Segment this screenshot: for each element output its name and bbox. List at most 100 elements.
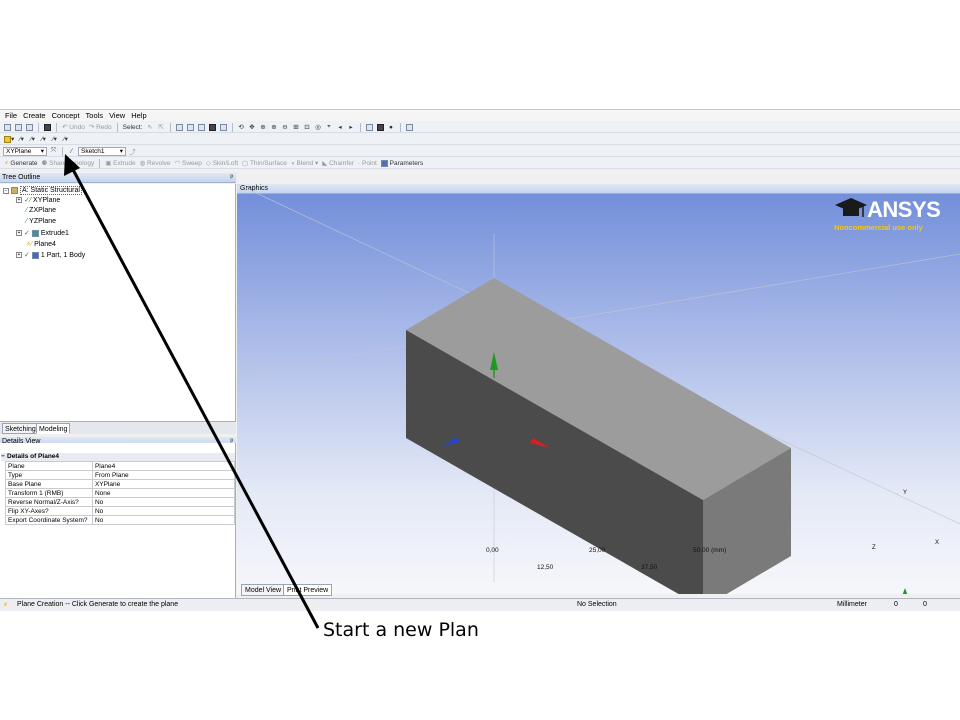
extrude-button[interactable]: ▣ Extrude <box>104 159 136 168</box>
details-row[interactable]: Plane Plane4 <box>5 461 236 471</box>
tree-item-yzplane[interactable]: ⁄ YZPlane <box>26 218 56 225</box>
iso-view-icon[interactable]: ⌖ <box>325 123 334 132</box>
filter-points-icon[interactable] <box>175 123 184 132</box>
menu-concept[interactable]: Concept <box>52 111 80 120</box>
thin-surface-button[interactable]: ▢ Thin/Surface <box>241 159 288 168</box>
collapse-icon[interactable]: − <box>3 187 9 194</box>
separator <box>231 122 233 132</box>
details-value[interactable]: None <box>91 488 236 498</box>
select-filter-icon[interactable]: ⇱ <box>157 123 166 132</box>
lightning-icon: ⚡ <box>3 602 8 609</box>
construction-icon[interactable]: ⁄▾ <box>61 135 70 144</box>
slide: File Create Concept Tools View Help ↶ Un… <box>0 0 960 720</box>
expand-icon[interactable]: + <box>16 197 22 203</box>
zoom-in-icon[interactable]: ⊕ <box>270 123 279 132</box>
filter-bodies-icon[interactable] <box>208 123 217 132</box>
new-icon[interactable] <box>3 123 12 132</box>
menu-create[interactable]: Create <box>23 111 46 120</box>
select-mode-icon[interactable]: ⇖ <box>146 123 155 132</box>
save-icon[interactable] <box>14 123 23 132</box>
logo-subtitle: Noncommercial use only <box>834 223 923 232</box>
sketch-select[interactable]: Sketch1 ▾ <box>78 146 126 156</box>
extend-select-icon[interactable] <box>219 123 228 132</box>
plane-select[interactable]: XYPlane ▾ <box>3 146 47 156</box>
tree-item-plane4[interactable]: ⚡⁄ Plane4 <box>26 240 56 249</box>
tab-print-preview[interactable]: Print Preview <box>283 584 333 596</box>
menu-view[interactable]: View <box>109 111 125 120</box>
details-value[interactable]: Plane4 <box>91 461 236 471</box>
expand-icon[interactable]: + <box>16 230 22 236</box>
undo-button[interactable]: ↶ Undo <box>61 123 86 132</box>
filter-faces-icon[interactable] <box>197 123 206 132</box>
menu-tools[interactable]: Tools <box>86 111 104 120</box>
separator <box>399 122 401 132</box>
tab-modeling[interactable]: Modeling <box>36 423 71 434</box>
blend-button[interactable]: ◖ Blend ▾ <box>290 159 319 168</box>
tree-item-extrude1[interactable]: + ✓ Extrude1 <box>16 229 69 237</box>
parameters-button[interactable]: Parameters <box>380 159 424 168</box>
menu-help[interactable]: Help <box>131 111 146 120</box>
triad-y-arrow <box>902 588 908 594</box>
zoom-icon[interactable]: ⊕ <box>259 123 268 132</box>
plane-pending-icon: ⚡⁄ <box>26 241 33 248</box>
display-plane-icon[interactable] <box>365 123 374 132</box>
plane-icon: ✓⁄ <box>24 197 32 204</box>
new-plane-icon[interactable]: ▾ <box>3 135 15 144</box>
details-row[interactable]: Export Coordinate System? No <box>5 515 236 525</box>
look-at-sketch-icon[interactable]: ⤴ <box>128 147 137 156</box>
pin-icon[interactable]: ᵖ <box>230 173 233 183</box>
tree-item-zxplane[interactable]: ⁄ ZXPlane <box>26 207 56 214</box>
rotate-icon[interactable]: ⟲ <box>237 123 246 132</box>
expand-icon[interactable]: + <box>16 252 22 258</box>
details-row[interactable]: Flip XY-Axes? No <box>5 506 236 516</box>
pan-icon[interactable]: ✥ <box>248 123 257 132</box>
screenshot-icon[interactable] <box>43 123 52 132</box>
details-row[interactable]: Transform 1 (RMB) None <box>5 488 236 498</box>
toolbar-create: ▾ ⁄▾ ⁄▾ ⁄▾ ⁄▾ ⁄▾ <box>0 134 960 145</box>
zoom-fit-icon[interactable]: ⊡ <box>303 123 312 132</box>
model-canvas[interactable] <box>237 184 960 594</box>
details-value[interactable]: No <box>91 497 236 507</box>
display-point-icon[interactable]: ● <box>387 123 396 132</box>
skin-loft-button[interactable]: ◇ Skin/Loft <box>205 159 239 168</box>
filter-edges-icon[interactable] <box>186 123 195 132</box>
chamfer-button[interactable]: ◣ Chamfer <box>321 159 355 168</box>
tree-item-parts[interactable]: + ✓ 1 Part, 1 Body <box>16 251 85 259</box>
point-tool-icon[interactable]: ⁄▾ <box>28 135 37 144</box>
new-sketch-icon[interactable]: ⁄▾ <box>17 135 26 144</box>
new-sketch-button-icon[interactable]: ⁄ <box>67 147 76 156</box>
tree-item-xyplane[interactable]: + ✓⁄ XYPlane <box>16 196 60 204</box>
details-value[interactable]: No <box>91 506 236 516</box>
box-zoom-icon[interactable]: ⊞ <box>292 123 301 132</box>
zoom-out-icon[interactable]: ⊖ <box>281 123 290 132</box>
line-tool-icon[interactable]: ⁄▾ <box>39 135 48 144</box>
sweep-button[interactable]: ◠ Sweep <box>174 159 203 168</box>
redo-button[interactable]: ↷ Redo <box>88 123 113 132</box>
units-status[interactable]: Millimeter <box>837 601 867 608</box>
details-value[interactable]: No <box>91 515 236 525</box>
display-model-icon[interactable] <box>376 123 385 132</box>
details-row[interactable]: Reverse Normal/Z-Axis? No <box>5 497 236 507</box>
tab-model-view[interactable]: Model View <box>241 584 286 596</box>
details-group-header[interactable]: − Details of Plane4 <box>1 453 235 461</box>
point-button[interactable]: · Point <box>357 159 378 168</box>
new-plane-button-icon[interactable]: ⤧ <box>49 147 58 156</box>
details-value[interactable]: XYPlane <box>91 479 236 489</box>
details-row[interactable]: Base Plane XYPlane <box>5 479 236 489</box>
previous-view-icon[interactable]: ◂ <box>336 123 345 132</box>
next-view-icon[interactable]: ▸ <box>347 123 356 132</box>
look-at-icon[interactable]: ◎ <box>314 123 323 132</box>
tree-root[interactable]: − A: Static Structural <box>3 186 82 195</box>
collapse-icon[interactable]: − <box>1 453 5 461</box>
named-selection-icon[interactable] <box>405 123 414 132</box>
revolve-button[interactable]: ◍ Revolve <box>139 159 172 168</box>
graphics-viewport[interactable]: Graphics ANSYS Noncommercial use only 0,… <box>237 184 960 594</box>
share-topology-button[interactable]: ⚈ Share Topology <box>41 159 96 168</box>
generate-button[interactable]: ⚡ Generate <box>3 159 39 168</box>
export-icon[interactable] <box>25 123 34 132</box>
curve-tool-icon[interactable]: ⁄▾ <box>50 135 59 144</box>
tab-sketching[interactable]: Sketching <box>2 423 39 434</box>
details-row[interactable]: Type From Plane <box>5 470 236 480</box>
details-value[interactable]: From Plane <box>91 470 236 480</box>
menu-file[interactable]: File <box>5 111 17 120</box>
